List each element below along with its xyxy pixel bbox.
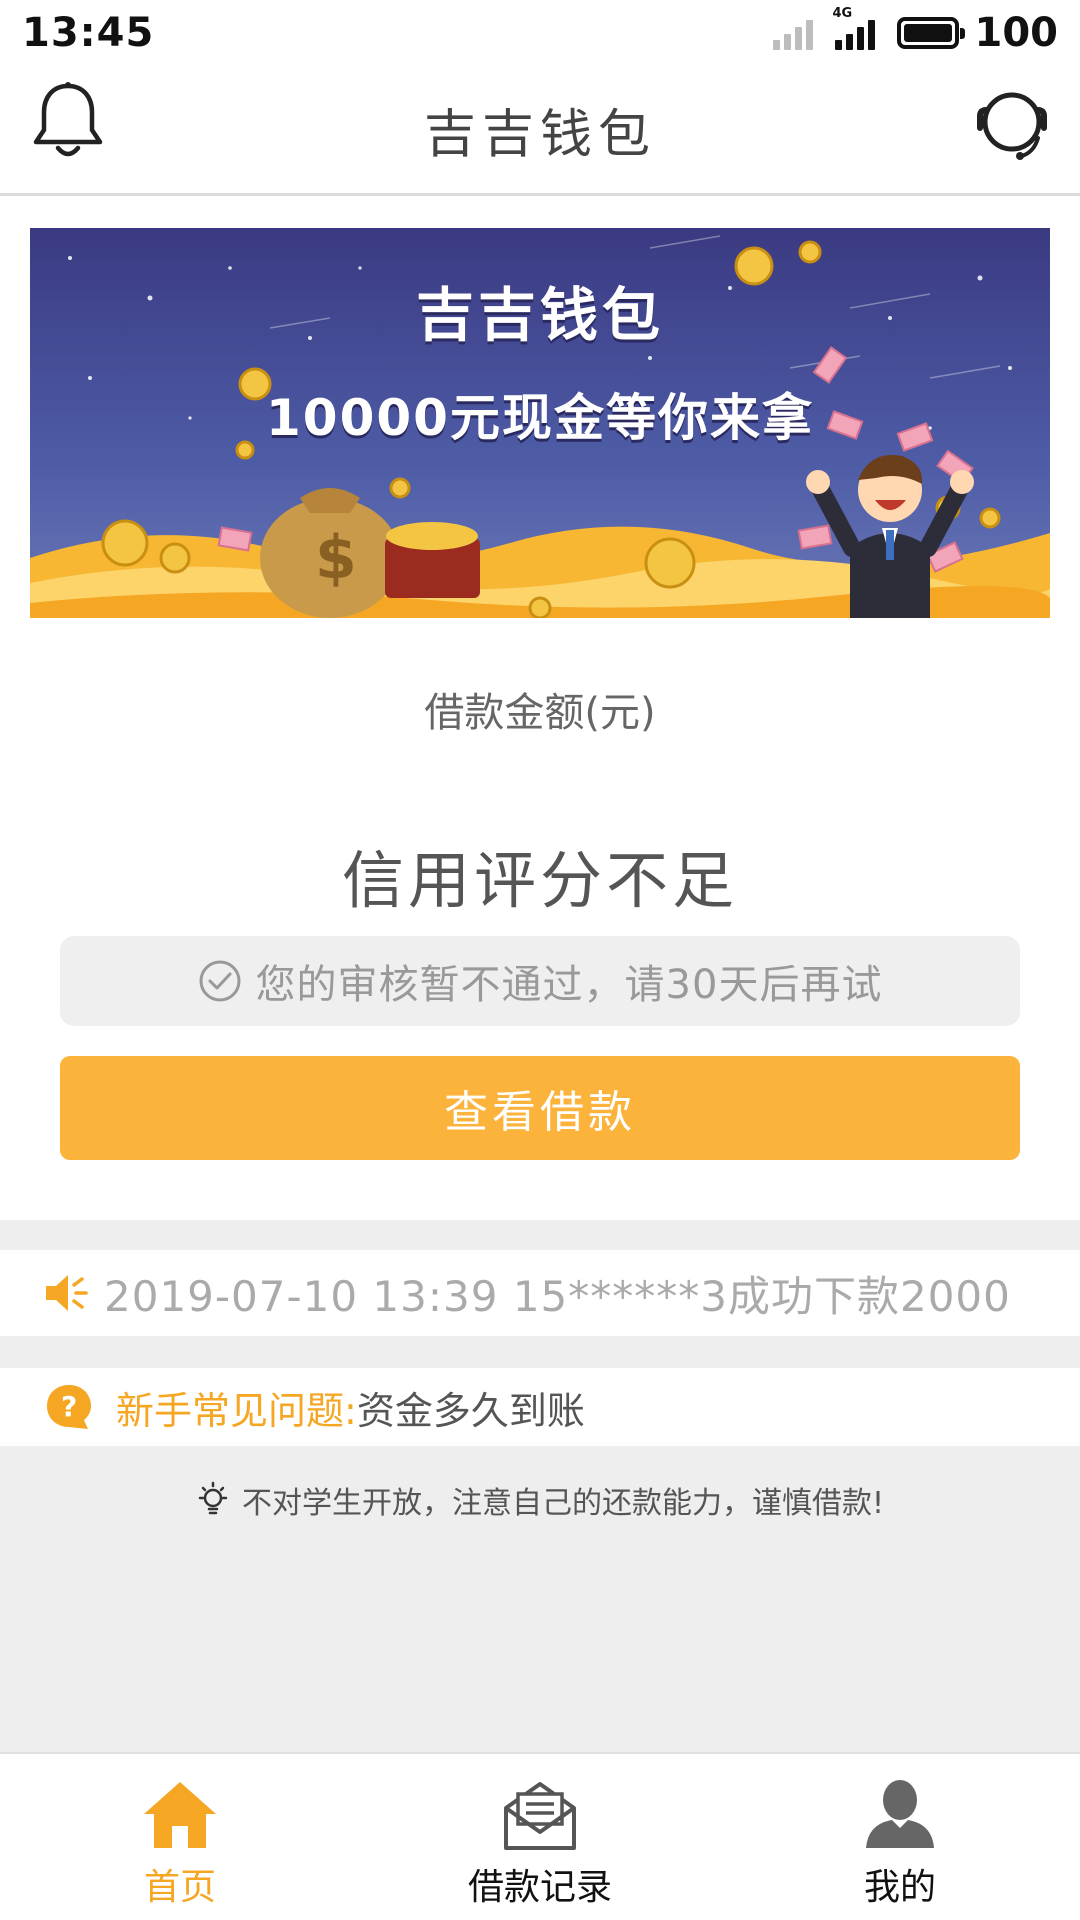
ticker-text: 2019-07-10 13:39 15******3成功下款2000 [104,1271,1011,1321]
view-loan-button[interactable]: 查看借款 [60,1056,1020,1160]
battery-indicator: 100 [896,10,1059,56]
tab-home-label: 首页 [143,1867,216,1908]
loan-ticker: 2019-07-10 13:39 15******3成功下款2000 [0,1250,1080,1336]
tab-home[interactable]: 首页 [0,1754,360,1920]
status-time: 13:45 [22,10,155,56]
status-bar: 13:45 4G 100 [0,0,1080,66]
tab-me[interactable]: 我的 [720,1754,1080,1920]
review-notice: 您的审核暂不通过，请30天后再试 [60,936,1020,1026]
app-header: 吉吉钱包 [0,66,1080,196]
banner-title: 吉吉钱包 [415,281,664,349]
credit-status: 信用评分不足 [341,844,738,917]
banner-subtitle: 10000元现金等你来拿 [266,389,814,447]
promo-banner[interactable]: $ 吉吉钱包 10000元现金等你来拿 [30,228,1050,618]
user-icon [866,1780,934,1848]
review-notice-text: 您的审核暂不通过，请30天后再试 [255,962,883,1008]
speaker-icon [46,1275,88,1311]
bell-icon[interactable] [30,80,106,164]
tab-loan-records[interactable]: 借款记录 [360,1754,720,1920]
faq-label: 新手常见问题: [116,1388,357,1433]
page-title: 吉吉钱包 [423,105,656,165]
tab-me-label: 我的 [863,1867,936,1908]
battery-level: 100 [974,10,1059,56]
risk-tip: 不对学生开放，注意自己的还款能力，谨慎借款! [0,1478,1080,1522]
network-type-label: 4G [832,6,853,21]
faq-text-wrap: 新手常见问题:资金多久到账 [116,1380,585,1435]
section-divider [0,1220,1080,1250]
section-divider [0,1336,1080,1368]
signal-sim2-icon: 4G [833,6,875,50]
home-icon [144,1782,216,1848]
headset-icon[interactable] [972,82,1052,162]
svg-text:?: ? [61,1390,77,1423]
battery-icon [896,17,965,49]
question-bubble-icon: ? [47,1385,91,1429]
faq-question[interactable]: 资金多久到账 [357,1389,585,1433]
check-circle-icon [199,960,241,1002]
faq-row[interactable]: ? 新手常见问题:资金多久到账 [0,1368,1080,1446]
tab-loan-records-label: 借款记录 [467,1867,612,1908]
loan-amount-label: 借款金额(元) [424,690,656,736]
svg-text:$: $ [315,523,357,593]
signal-sim1-icon [772,16,813,50]
risk-tip-text: 不对学生开放，注意自己的还款能力，谨慎借款! [241,1486,885,1521]
mail-icon [504,1782,576,1850]
lightbulb-icon [198,1481,228,1515]
status-indicators: 4G 100 [772,6,1059,56]
bottom-tab-bar: 首页 借款记录 我的 [0,1752,1080,1920]
